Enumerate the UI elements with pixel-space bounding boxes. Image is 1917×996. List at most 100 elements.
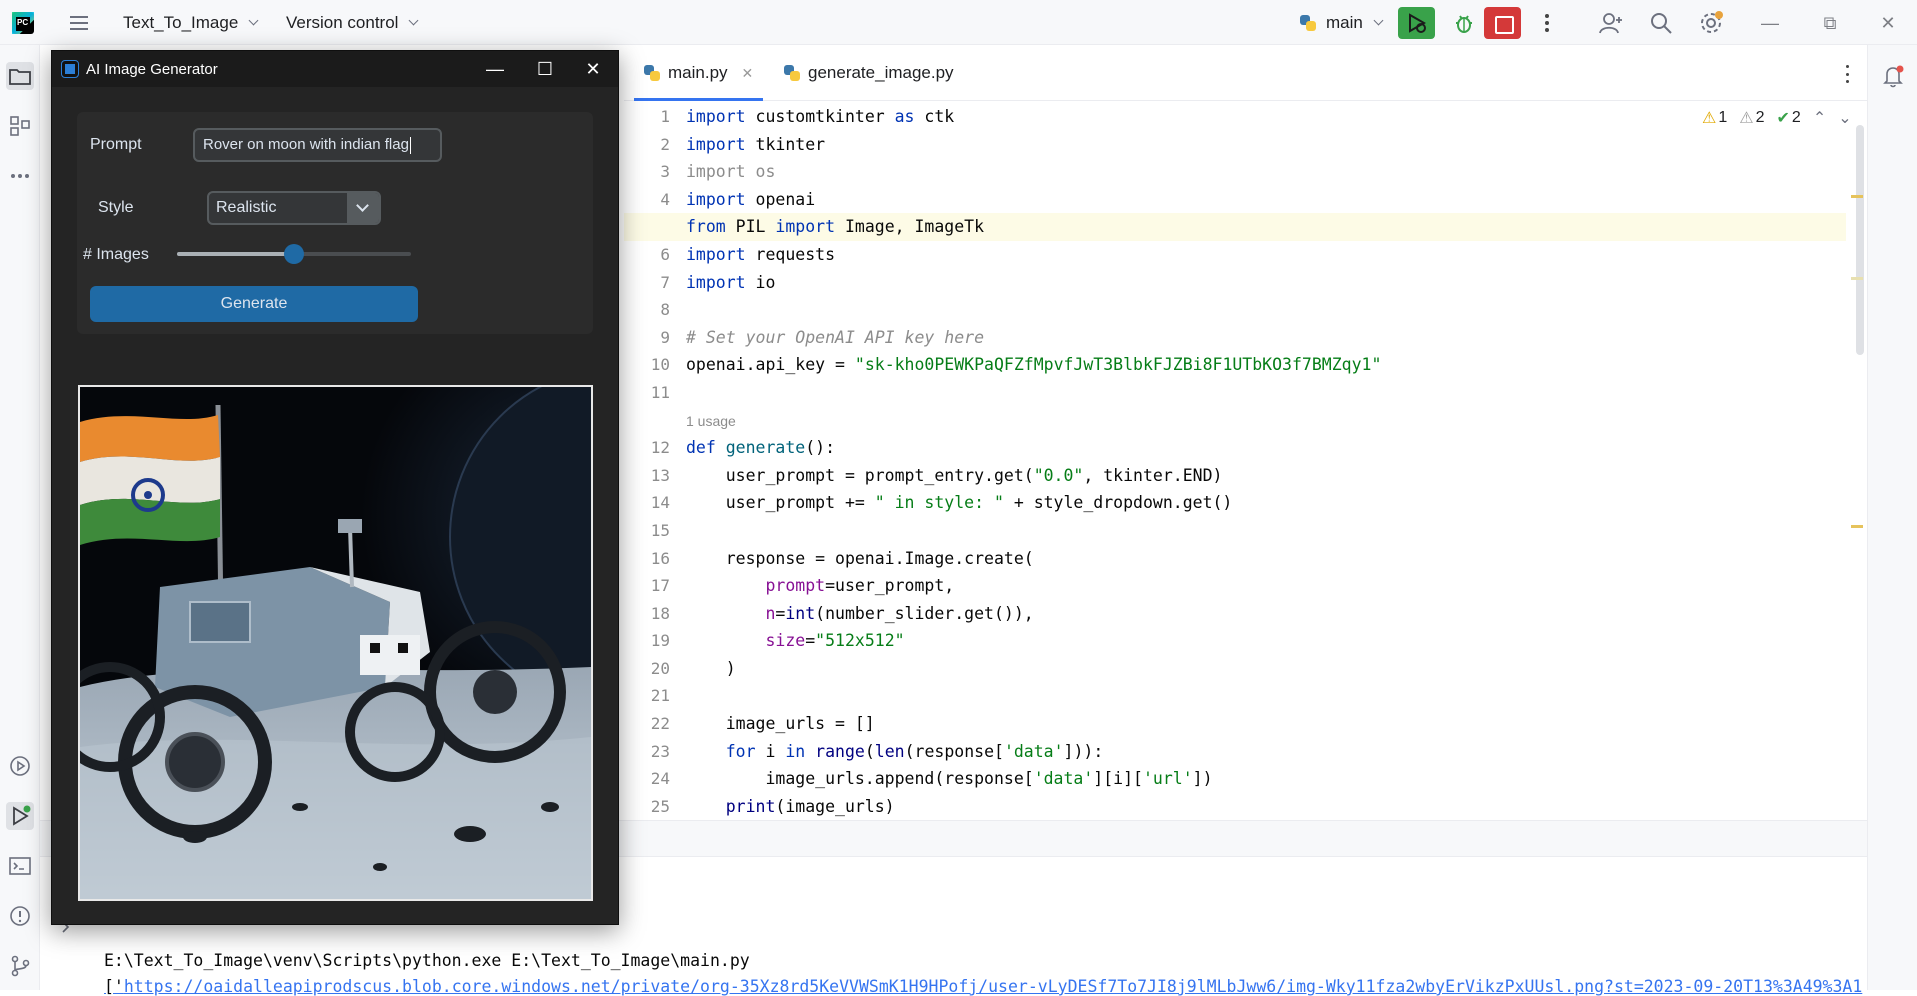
line-number: 18: [650, 603, 670, 623]
python-file-icon: [784, 65, 800, 81]
code-line: size="512x512": [686, 631, 905, 651]
code-area[interactable]: import customtkinter as ctk import tkint…: [624, 103, 1846, 820]
slider-handle[interactable]: [284, 244, 304, 264]
tab-main-py[interactable]: main.py ✕: [634, 45, 764, 101]
warning-marker[interactable]: [1851, 195, 1863, 198]
line-number: 20: [650, 658, 670, 678]
project-selector[interactable]: Text_To_Image: [123, 0, 259, 45]
line-number: 6: [660, 244, 670, 264]
more-actions-icon[interactable]: [1540, 12, 1554, 34]
images-label: # Images: [83, 246, 149, 263]
notifications-bell-icon[interactable]: [1880, 63, 1906, 89]
run-command-line: E:\Text_To_Image\venv\Scripts\python.exe…: [104, 951, 750, 970]
services-icon[interactable]: [6, 752, 34, 780]
chevron-down-icon[interactable]: [347, 193, 379, 223]
close-button[interactable]: ✕: [570, 51, 616, 87]
generated-image: [78, 385, 593, 901]
style-dropdown[interactable]: Realistic: [207, 191, 381, 225]
restore-window-button[interactable]: ⧉: [1815, 8, 1845, 38]
terminal-icon[interactable]: [6, 852, 34, 880]
line-number: 15: [650, 520, 670, 540]
line-number: 1: [660, 107, 670, 126]
code-line: image_urls.append(response['data'][i]['u…: [686, 769, 1213, 789]
code-line: print(image_urls): [686, 796, 895, 816]
python-file-icon: [644, 65, 660, 81]
generate-button[interactable]: Generate: [90, 286, 418, 322]
line-number: 19: [650, 631, 670, 651]
tab-label: generate_image.py: [808, 63, 954, 82]
style-selected-value: Realistic: [216, 199, 277, 216]
code-line: import openai: [686, 189, 816, 209]
minimize-button[interactable]: —: [472, 51, 518, 87]
warning-marker[interactable]: [1851, 277, 1863, 280]
line-number: 23: [650, 741, 670, 761]
code-line: n=int(number_slider.get()),: [686, 603, 1034, 623]
number-of-images-slider[interactable]: [177, 244, 411, 264]
add-user-icon[interactable]: [1598, 10, 1624, 36]
code-line: response = openai.Image.create(: [686, 548, 1034, 568]
bug-icon: [1456, 15, 1472, 33]
line-number: 11: [650, 382, 670, 402]
code-line-current: from PIL import Image, ImageTk: [624, 213, 1846, 241]
code-line-unused-import: import os: [686, 162, 776, 182]
line-number: 2: [660, 134, 670, 154]
structure-icon[interactable]: [6, 112, 34, 140]
main-menu-button[interactable]: [68, 0, 90, 45]
code-line: openai.api_key = "sk-kho0PEWKPaQFZfMpvfJ…: [686, 355, 1382, 375]
close-window-button[interactable]: ✕: [1873, 8, 1903, 38]
prompt-label: Prompt: [90, 136, 142, 153]
minimize-window-button[interactable]: —: [1755, 8, 1785, 38]
problems-icon[interactable]: [6, 902, 34, 930]
line-number: 13: [650, 465, 670, 485]
ai-image-generator-window: AI Image Generator — ☐ ✕ Prompt Rover on…: [51, 50, 619, 925]
maximize-button[interactable]: ☐: [522, 51, 568, 87]
run-output-line[interactable]: ['https://oaidalleapiprodscus.blob.core.…: [104, 977, 1864, 996]
tab-label: main.py: [668, 63, 728, 82]
code-line: ): [686, 658, 736, 678]
line-number-gutter: 1 2 3 4 5 6 7 8 9 10 11 12 13 14 15 16 1…: [624, 103, 674, 820]
code-line: import tkinter: [686, 134, 826, 154]
version-control-label: Version control: [286, 12, 399, 32]
line-number: 17: [650, 576, 670, 596]
settings-gear-icon[interactable]: [1698, 10, 1724, 36]
search-icon[interactable]: [1648, 10, 1674, 36]
usage-gutter-spacer: [624, 407, 674, 435]
line-number: 10: [650, 355, 670, 375]
line-number: 4: [660, 189, 670, 209]
code-line: user_prompt += " in style: " + style_dro…: [686, 493, 1233, 513]
code-line: import requests: [686, 244, 836, 264]
line-number: 3: [660, 162, 670, 182]
style-label: Style: [98, 199, 134, 216]
prompt-input[interactable]: Rover on moon with indian flag: [193, 128, 442, 162]
left-tool-strip: [0, 45, 40, 990]
version-control-menu[interactable]: Version control: [286, 0, 419, 45]
slider-fill: [177, 252, 294, 256]
more-tools-icon[interactable]: [6, 162, 34, 190]
warning-marker[interactable]: [1851, 525, 1863, 528]
rerun-icon: [1409, 13, 1427, 33]
tab-generate-image-py[interactable]: generate_image.py: [774, 45, 964, 101]
line-number: 16: [650, 548, 670, 568]
line-number: 7: [660, 272, 670, 292]
git-icon[interactable]: [6, 952, 34, 980]
run-tool-icon[interactable]: [6, 802, 34, 830]
debug-button[interactable]: [1448, 7, 1480, 39]
branch-selector[interactable]: main: [1298, 0, 1384, 45]
line-number: 21: [650, 686, 670, 706]
python-icon: [1300, 14, 1316, 31]
stop-button[interactable]: [1484, 7, 1521, 39]
rerun-button[interactable]: [1398, 7, 1435, 39]
code-line: image_urls = []: [686, 714, 875, 734]
chevron-down-icon: [409, 15, 419, 26]
error-stripe: [1849, 105, 1863, 705]
window-titlebar[interactable]: AI Image Generator — ☐ ✕: [52, 51, 618, 87]
editor-more-icon[interactable]: [1840, 63, 1854, 85]
code-line: prompt=user_prompt,: [686, 576, 955, 596]
usage-hint[interactable]: 1 usage: [686, 407, 1846, 435]
right-tool-strip: [1867, 45, 1917, 990]
close-tab-icon[interactable]: ✕: [742, 65, 754, 82]
project-folder-icon[interactable]: [6, 62, 34, 90]
